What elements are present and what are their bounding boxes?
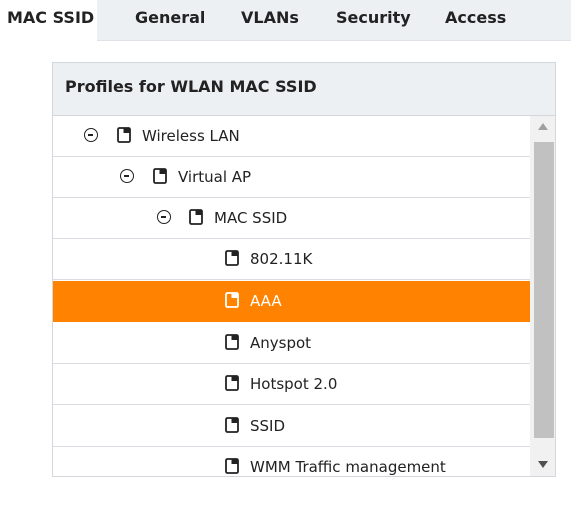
profile-page-icon — [225, 458, 239, 474]
tree-row-hotspot-2-0[interactable]: Hotspot 2.0 — [53, 364, 530, 405]
tree-row-label: 802.11K — [250, 250, 313, 268]
tree-scrollbar[interactable] — [530, 116, 555, 476]
tree-row-label: AAA — [250, 292, 282, 310]
scroll-down-arrow-icon — [538, 461, 548, 468]
profile-page-icon — [117, 127, 131, 143]
profile-page-icon — [189, 209, 203, 225]
profiles-panel: Profiles for WLAN MAC SSID Wireless LAN … — [52, 62, 556, 477]
tree-row-label: WMM Traffic management — [250, 458, 446, 476]
tree-row-label: Wireless LAN — [142, 127, 240, 145]
scroll-up-arrow-icon — [538, 123, 548, 130]
scroll-up-button[interactable] — [530, 116, 555, 138]
tree-row-aaa[interactable]: AAA — [53, 281, 530, 322]
collapse-icon[interactable] — [157, 210, 171, 224]
profile-page-icon — [225, 292, 239, 308]
profile-page-icon — [225, 375, 239, 391]
tree-row-label: SSID — [250, 417, 286, 435]
tree-row-wireless-lan[interactable]: Wireless LAN — [53, 116, 530, 157]
tree-row-wmm-traffic-management[interactable]: WMM Traffic management — [53, 447, 530, 476]
profile-page-icon — [225, 334, 239, 350]
profile-page-icon — [225, 417, 239, 433]
tree-row-label: Anyspot — [250, 334, 312, 352]
tab-security[interactable]: Security — [336, 0, 411, 40]
tab-mac-ssid[interactable]: MAC SSID — [0, 0, 97, 42]
scroll-thumb[interactable] — [534, 142, 554, 438]
profile-page-icon — [225, 250, 239, 266]
tree-row-ssid[interactable]: SSID — [53, 406, 530, 447]
tree-row-label: Hotspot 2.0 — [250, 375, 338, 393]
collapse-icon[interactable] — [120, 169, 134, 183]
scroll-down-button[interactable] — [530, 454, 555, 476]
profile-page-icon — [153, 168, 167, 184]
tree-row-anyspot[interactable]: Anyspot — [53, 323, 530, 364]
tree-row-label: MAC SSID — [214, 209, 288, 227]
tab-bar: MAC SSID General VLANs Security Access — [0, 0, 571, 42]
tree-row-802-11k[interactable]: 802.11K — [53, 239, 530, 280]
tree-row-label: Virtual AP — [178, 168, 252, 186]
panel-header: Profiles for WLAN MAC SSID — [53, 63, 555, 116]
tab-access[interactable]: Access — [445, 0, 506, 40]
tree-row-mac-ssid[interactable]: MAC SSID — [53, 198, 530, 239]
tree-row-virtual-ap[interactable]: Virtual AP — [53, 157, 530, 198]
tab-general[interactable]: General — [135, 0, 205, 40]
collapse-icon[interactable] — [84, 128, 98, 142]
profile-tree: Wireless LAN Virtual AP MAC SSID 802.11K… — [53, 116, 530, 476]
panel-title: Profiles for WLAN MAC SSID — [65, 77, 317, 96]
tab-vlans[interactable]: VLANs — [241, 0, 299, 40]
